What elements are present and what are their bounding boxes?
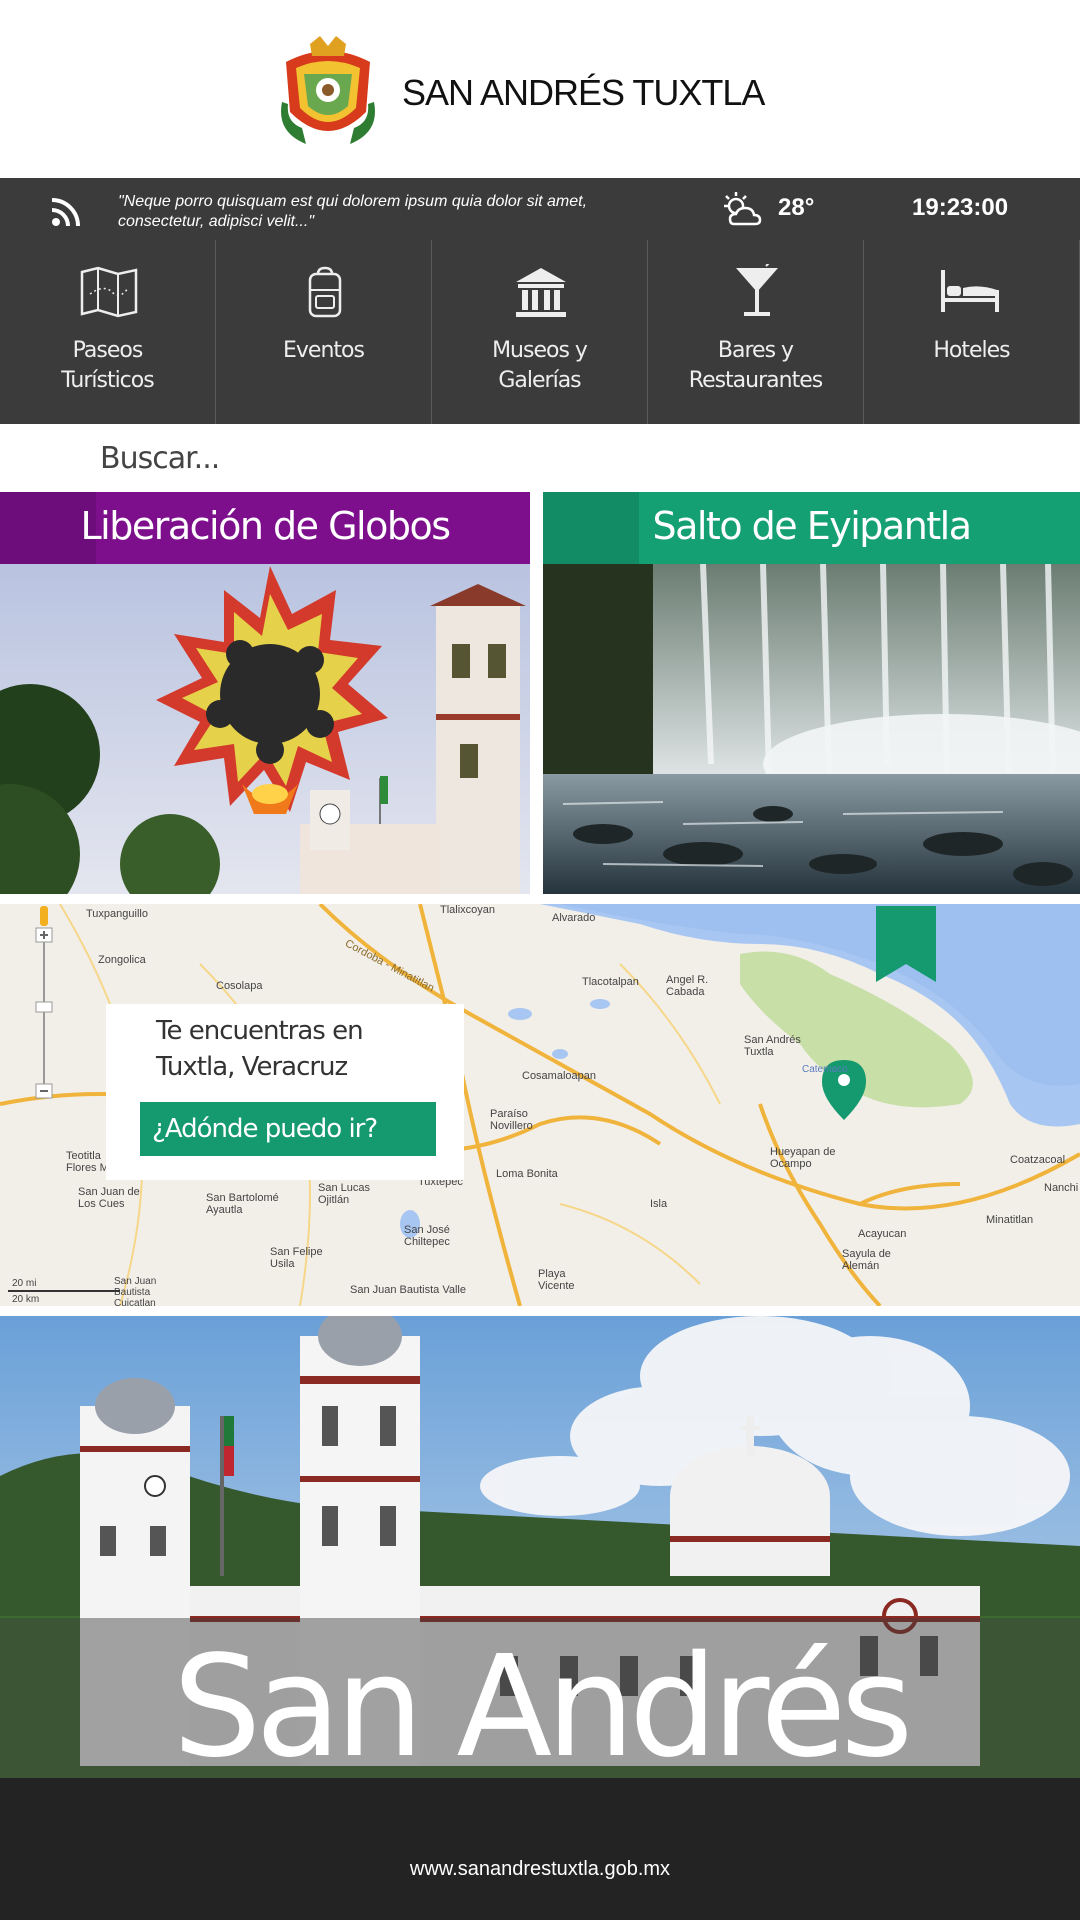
- card-title: Liberación de Globos: [80, 504, 452, 548]
- museum-icon: [516, 268, 566, 317]
- waterfall-photo: [543, 564, 1080, 894]
- map-icon: [80, 266, 138, 318]
- map-scale-km: 20 km: [12, 1294, 40, 1305]
- map-place: San Juan Bautista Valle: [350, 1284, 466, 1296]
- map-place: Zongolica: [98, 954, 146, 966]
- nav-label: Eventos: [283, 338, 365, 363]
- nav-label: Paseos Turísticos: [61, 338, 154, 393]
- clock: 19:23:00: [912, 194, 1009, 221]
- nav-item-hoteles[interactable]: Hoteles: [864, 240, 1080, 424]
- backpack-icon: [308, 266, 342, 318]
- map-scale-bar: [8, 1290, 120, 1292]
- map-place: Catemaco: [802, 1064, 848, 1075]
- map-place: Cosolapa: [216, 980, 263, 992]
- where-can-i-go-button[interactable]: ¿Adónde puedo ir?: [140, 1102, 436, 1156]
- nav-item-paseos[interactable]: Paseos Turísticos: [0, 240, 216, 424]
- map-zoom-control[interactable]: [34, 906, 54, 1106]
- map-place: Hueyapan de Ocampo: [770, 1146, 836, 1170]
- card-salto-eyipantla[interactable]: Salto de Eyipantla: [543, 492, 1080, 894]
- search-input[interactable]: [0, 424, 1080, 492]
- site-footer: [0, 1778, 1080, 1920]
- map-place: San Andrés Tuxtla: [744, 1034, 801, 1058]
- partly-cloudy-icon: [724, 192, 762, 226]
- footer-url-link[interactable]: www.sanandrestuxtla.gob.mx: [0, 1858, 1080, 1881]
- site-title: SAN ANDRÉS TUXTLA: [402, 72, 765, 113]
- map-place: Loma Bonita: [496, 1168, 558, 1180]
- map-place: Tuxpanguillo: [86, 908, 148, 920]
- rss-icon[interactable]: [50, 196, 82, 228]
- location-label: Te encuentras en: [156, 1016, 364, 1046]
- nav-item-bares[interactable]: Bares y Restaurantes: [648, 240, 864, 424]
- map-place: San Lucas Ojitlán: [318, 1182, 370, 1206]
- map-place: Playa Vicente: [538, 1268, 575, 1292]
- cocktail-icon: [736, 264, 778, 316]
- map-place: Paraíso Novillero: [490, 1108, 533, 1132]
- temperature: 28°: [778, 194, 815, 221]
- map-place: San Juan de Los Cues: [78, 1186, 140, 1210]
- map-place: Nanchi: [1044, 1182, 1079, 1194]
- quote-text: "Neque porro quisquam est qui dolorem ip…: [118, 193, 588, 230]
- map-place: San Juan Bautista Cuicatlan: [114, 1276, 157, 1309]
- card-liberacion-globos[interactable]: Liberación de Globos: [0, 492, 530, 894]
- card-title-band: Salto de Eyipantla: [543, 492, 1080, 564]
- nav-label: Hoteles: [933, 338, 1010, 363]
- map-place: San Felipe Usila: [270, 1246, 323, 1270]
- map-place: Angel R. Cabada: [666, 974, 709, 998]
- bed-icon: [941, 270, 999, 312]
- map-place: Minatitlan: [986, 1214, 1034, 1226]
- location-value: Tuxtla, Veracruz: [156, 1052, 348, 1082]
- map-place: Acayucan: [858, 1228, 907, 1240]
- map-scale-mi: 20 mi: [12, 1278, 37, 1289]
- nav-label: Museos y Galerías: [492, 338, 588, 393]
- map-place: Isla: [650, 1198, 668, 1210]
- map-place: San José Chiltepec: [404, 1224, 450, 1248]
- map-place: Coatzacoal: [1010, 1154, 1066, 1166]
- card-title-band: Liberación de Globos: [0, 492, 530, 564]
- map-place: Cosamaloapan: [522, 1070, 596, 1082]
- crest-logo: [281, 36, 375, 144]
- map-place: Sayula de Alemán: [842, 1248, 891, 1272]
- card-title: Salto de Eyipantla: [652, 504, 972, 548]
- map-place: San Bartolomé Ayautla: [206, 1192, 279, 1216]
- map-place: Tlacotalpan: [582, 976, 639, 988]
- nav-item-museos[interactable]: Museos y Galerías: [432, 240, 648, 424]
- nav-label: Bares y Restaurantes: [688, 338, 823, 393]
- map-place: Alvarado: [552, 912, 596, 924]
- balloon-photo: [0, 564, 530, 894]
- nav-item-eventos[interactable]: Eventos: [216, 240, 432, 424]
- map-place: Tlalixcoyan: [440, 904, 496, 916]
